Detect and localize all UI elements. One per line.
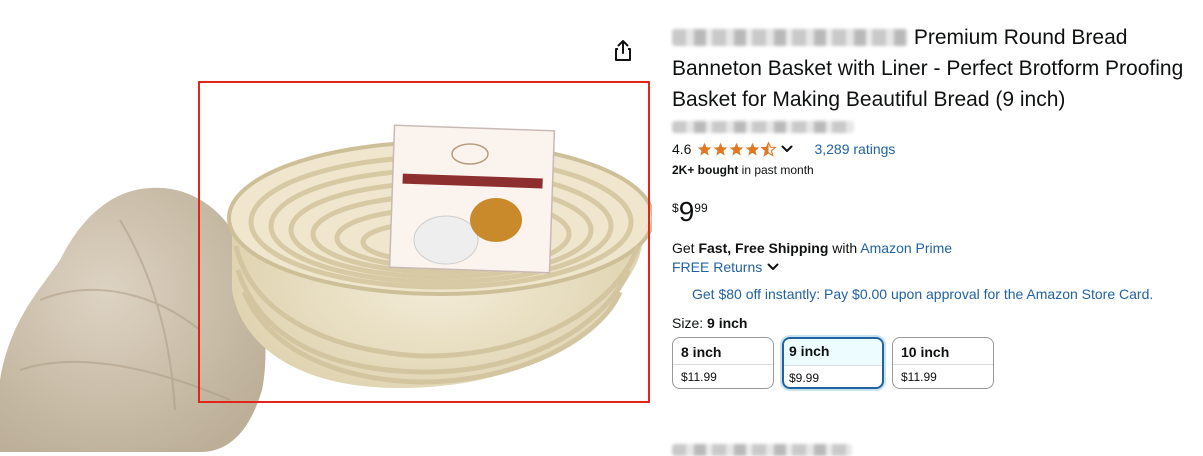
star-half-icon	[761, 141, 777, 157]
size-label: Size: 9 inch	[672, 315, 1192, 331]
size-option-9-inch[interactable]: 9 inch $9.99	[782, 337, 884, 389]
price-currency: $	[672, 201, 679, 215]
bought-suffix: in past month	[738, 163, 814, 177]
brand-name-blurred	[672, 29, 908, 46]
product-main-image[interactable]	[0, 70, 652, 452]
returns-row: FREE Returns	[672, 259, 1192, 275]
store-link-blurred[interactable]	[672, 121, 854, 133]
price-whole: 9	[678, 196, 695, 227]
chevron-down-icon[interactable]	[766, 260, 780, 274]
material-row-cut-off	[672, 444, 852, 456]
size-option-name: 9 inch	[784, 339, 882, 365]
size-option-price: $9.99	[784, 365, 882, 385]
size-option-8-inch[interactable]: 8 inch $11.99	[672, 337, 774, 389]
rating-value: 4.6	[672, 141, 692, 157]
star-icon	[698, 142, 712, 155]
amazon-prime-link[interactable]: Amazon Prime	[860, 240, 952, 256]
ratings-count-link[interactable]: 3,289 ratings	[814, 141, 895, 157]
chevron-down-icon[interactable]	[780, 142, 794, 156]
shipping-bold: Fast, Free Shipping	[698, 240, 829, 256]
product-title: Premium Round Bread Banneton Basket with…	[672, 22, 1192, 115]
rating-row: 4.6 3,289 ratings	[672, 139, 1192, 159]
price-fraction: 99	[694, 201, 708, 215]
star-icon	[714, 142, 728, 155]
star-rating[interactable]	[697, 141, 777, 157]
size-option-name: 8 inch	[681, 344, 722, 360]
size-option-price: $11.99	[673, 364, 773, 384]
bought-in-past-month: 2K+ bought in past month	[672, 163, 1192, 177]
store-card-promo-link[interactable]: Get $80 off instantly: Pay $0.00 upon ap…	[692, 286, 1192, 302]
shipping-mid: with	[828, 240, 861, 256]
size-option-price: $11.99	[893, 364, 993, 384]
size-label-prefix: Size:	[672, 315, 708, 331]
free-returns-link[interactable]: FREE Returns	[672, 259, 762, 275]
shipping-info: Get Fast, Free Shipping with Amazon Prim…	[672, 240, 1192, 256]
star-icon	[730, 142, 744, 155]
size-option-10-inch[interactable]: 10 inch $11.99	[892, 337, 994, 389]
size-options: 8 inch $11.99 9 inch $9.99 10 inch $11.9…	[672, 337, 1192, 389]
linen-liner-image	[0, 187, 266, 452]
size-option-name: 10 inch	[901, 344, 950, 360]
bought-count: 2K+ bought	[672, 163, 739, 177]
product-image-area	[0, 0, 655, 452]
banneton-basket-image	[227, 124, 652, 388]
shipping-prefix: Get	[672, 240, 699, 256]
price: $ 9 99	[672, 197, 1192, 229]
share-icon[interactable]	[612, 38, 634, 64]
size-selected-value: 9 inch	[707, 315, 748, 331]
star-icon	[746, 142, 760, 155]
product-info-panel: Premium Round Bread Banneton Basket with…	[672, 22, 1192, 389]
